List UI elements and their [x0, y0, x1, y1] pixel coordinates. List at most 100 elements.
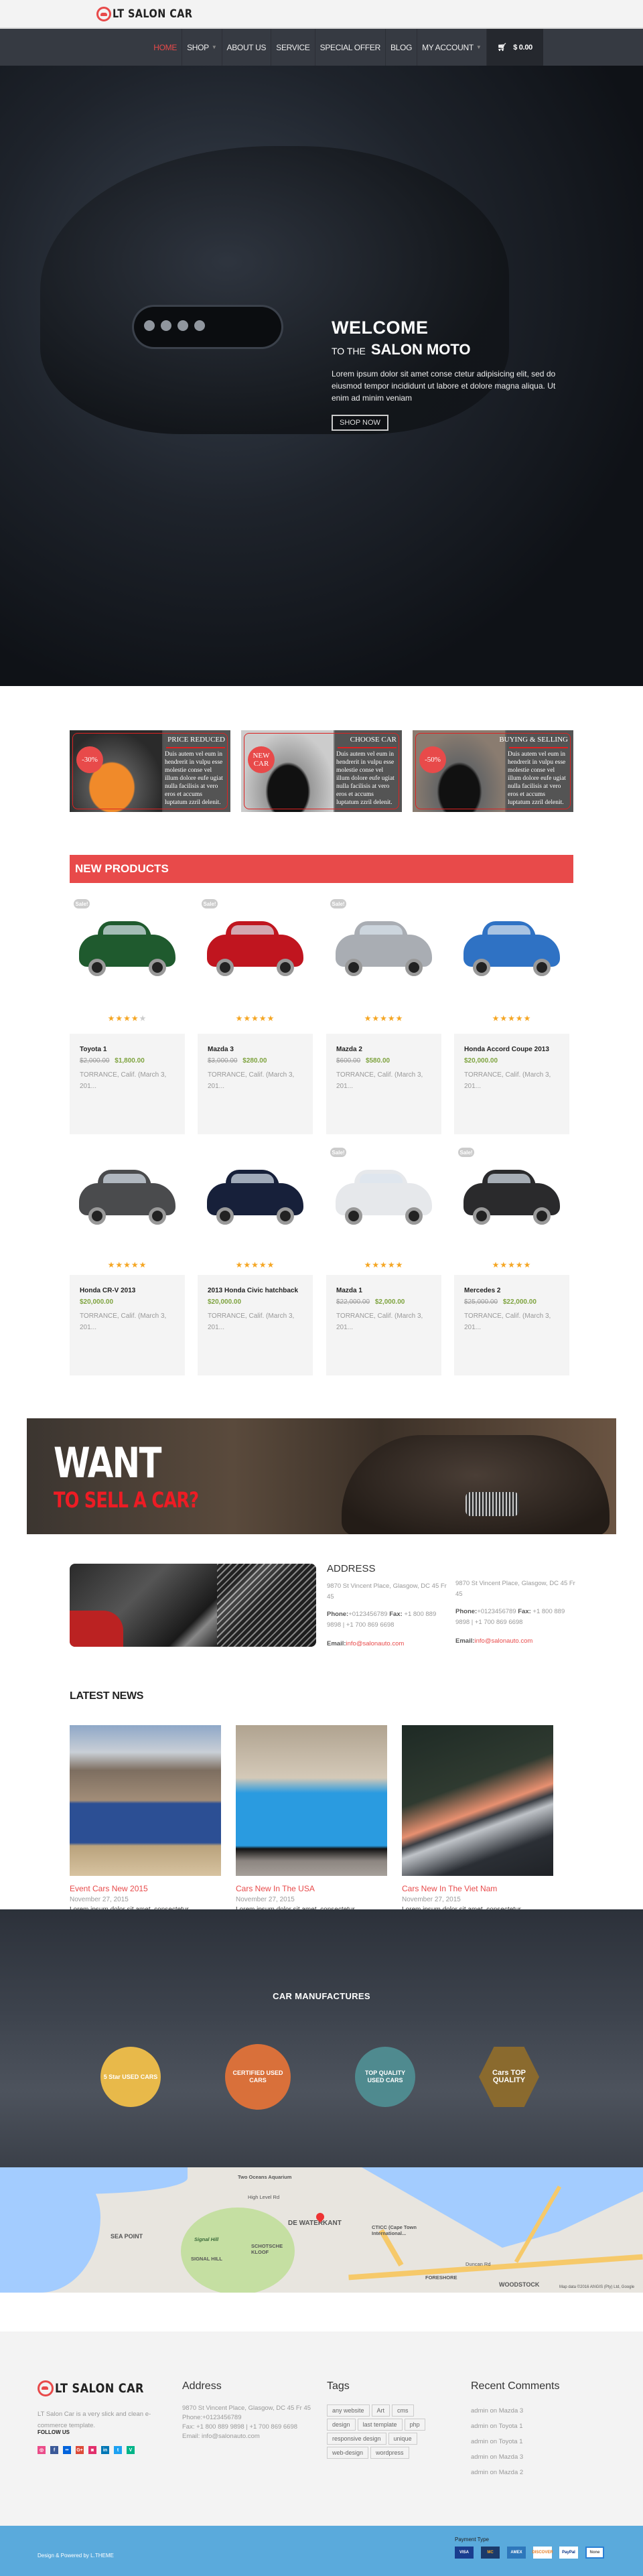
tag-link[interactable]: design — [327, 2419, 356, 2431]
product-image[interactable] — [202, 916, 309, 979]
tag-link[interactable]: any website — [327, 2404, 370, 2417]
product-name[interactable]: Honda CR-V 2013 — [80, 1287, 175, 1294]
linkedin-icon[interactable]: in — [101, 2446, 109, 2454]
news-title-link[interactable]: Cars New In The Viet Nam — [402, 1884, 553, 1893]
payment-title: Payment Type — [455, 2536, 489, 2543]
instagram-icon[interactable]: ◙ — [88, 2446, 96, 2454]
footer-address-title: Address — [182, 2380, 222, 2392]
product-description: TORRANCE, Calif. (March 3, 201... — [208, 1071, 295, 1090]
shop-now-button[interactable]: SHOP NOW — [332, 415, 388, 431]
car-grille — [466, 1492, 519, 1516]
tag-link[interactable]: wordpress — [370, 2447, 409, 2459]
comment-target-link[interactable]: Mazda 3 — [499, 2453, 523, 2461]
news-image[interactable] — [70, 1725, 221, 1876]
news-title-link[interactable]: Cars New In The USA — [236, 1884, 387, 1893]
product-description: TORRANCE, Calif. (March 3, 201... — [464, 1071, 551, 1090]
facebook-icon[interactable]: f — [50, 2446, 58, 2454]
news-title-link[interactable]: Event Cars New 2015 — [70, 1884, 221, 1893]
car-wheel — [473, 959, 490, 976]
comment-author[interactable]: admin — [471, 2407, 488, 2415]
main-nav: HOME SHOP ▼ ABOUT US SERVICE SPECIAL OFFE… — [149, 29, 543, 66]
news-image[interactable] — [236, 1725, 387, 1876]
hero-title: WELCOME — [332, 318, 429, 338]
tag-link[interactable]: cms — [392, 2404, 414, 2417]
flickr-icon[interactable]: •• — [63, 2446, 71, 2454]
tag-cloud: any website Art cms design last template php r… — [327, 2404, 434, 2459]
car-wheel — [345, 1207, 362, 1225]
comment-author[interactable]: admin — [471, 2438, 488, 2445]
product-image[interactable] — [458, 916, 565, 979]
vine-icon[interactable]: V — [127, 2446, 135, 2454]
product-rating: ★★★★★ — [454, 1014, 569, 1023]
product-image[interactable] — [74, 916, 181, 979]
email-link[interactable]: info@salonauto.com — [475, 1637, 533, 1645]
product-name[interactable]: 2013 Honda Civic hatchback — [208, 1287, 303, 1294]
star-icon: ★ — [380, 1014, 388, 1023]
product-name[interactable]: Mazda 1 — [336, 1287, 431, 1294]
promo-banner[interactable]: NEW CAR CHOOSE CAR Duis autem vel eum in… — [241, 730, 402, 812]
five-star-badge-logo[interactable]: 5 Star USED CARS — [100, 2047, 161, 2107]
car-wheel — [533, 1207, 551, 1225]
nav-service[interactable]: SERVICE — [271, 29, 314, 66]
promo-banner[interactable]: -30% PRICE REDUCED Duis autem vel eum in… — [70, 730, 230, 812]
star-icon: ★ — [115, 1014, 124, 1023]
nav-blog[interactable]: BLOG — [384, 29, 417, 66]
star-icon: ★ — [267, 1260, 275, 1270]
product-name[interactable]: Mercedes 2 — [464, 1287, 559, 1294]
map-attribution: Map data ©2016 AfriGIS (Pty) Ltd, Google — [559, 2285, 635, 2289]
address-column: 9870 St Vincent Place, Glasgow, DC 45 Fr… — [455, 1578, 576, 1647]
comment-target-link[interactable]: Toyota 1 — [499, 2438, 523, 2445]
nav-about-us[interactable]: ABOUT US — [221, 29, 271, 66]
footer-tags-title: Tags — [327, 2380, 350, 2392]
map-label: DE WATERKANT — [288, 2220, 342, 2227]
tag-link[interactable]: last template — [357, 2419, 403, 2431]
cart-button[interactable]: 🛒︎ $ 0.00 — [486, 29, 543, 66]
footer-logo[interactable]: LT SALON CAR — [38, 2380, 159, 2396]
nav-my-account[interactable]: MY ACCOUNT ▼ — [417, 29, 486, 66]
google-map[interactable]: Two Oceans Aquarium DE WATERKANT SEA POI… — [0, 2167, 643, 2293]
payment-methods: VISA MC AMEX DISCOVER PayPal None — [455, 2547, 604, 2559]
tag-link[interactable]: web-design — [327, 2447, 369, 2459]
nav-label: BLOG — [390, 42, 413, 52]
product-name[interactable]: Honda Accord Coupe 2013 — [464, 1046, 559, 1053]
product-image[interactable] — [202, 1164, 309, 1228]
google-plus-icon[interactable]: G+ — [76, 2446, 84, 2454]
certified-badge-logo[interactable]: CERTIFIED USED CARS — [228, 2047, 288, 2107]
map-road — [348, 2254, 643, 2281]
product-image[interactable] — [458, 1164, 565, 1228]
tag-link[interactable]: php — [404, 2419, 425, 2431]
comment-target-link[interactable]: Toyota 1 — [499, 2423, 523, 2430]
comment-target-link[interactable]: Mazda 3 — [499, 2407, 523, 2415]
top-quality-badge-logo[interactable]: TOP QUALITY USED CARS — [355, 2047, 415, 2107]
nav-home[interactable]: HOME — [149, 29, 182, 66]
site-logo[interactable]: LT SALON CAR — [96, 5, 206, 23]
star-icon: ★ — [235, 1260, 244, 1270]
tag-link[interactable]: Art — [371, 2404, 390, 2417]
star-icon: ★ — [523, 1014, 532, 1023]
product-image[interactable] — [330, 916, 437, 979]
comment-on: on — [490, 2423, 498, 2430]
promo-banner[interactable]: -50% BUYING & SELLING Duis autem vel eum… — [413, 730, 573, 812]
product-image[interactable] — [74, 1164, 181, 1228]
map-label: Duncan Rd — [466, 2261, 491, 2267]
nav-shop[interactable]: SHOP ▼ — [182, 29, 221, 66]
product-name[interactable]: Mazda 3 — [208, 1046, 303, 1053]
comment-author[interactable]: admin — [471, 2453, 488, 2461]
dribbble-icon[interactable]: ◎ — [38, 2446, 46, 2454]
tag-link[interactable]: responsive design — [327, 2433, 386, 2445]
comment-author[interactable]: admin — [471, 2469, 488, 2476]
twitter-icon[interactable]: t — [114, 2446, 122, 2454]
email-link[interactable]: info@salonauto.com — [346, 1640, 405, 1647]
news-image[interactable] — [402, 1725, 553, 1876]
product-name[interactable]: Toyota 1 — [80, 1046, 175, 1053]
product-description: TORRANCE, Calif. (March 3, 201... — [336, 1312, 423, 1331]
comment-target-link[interactable]: Mazda 2 — [499, 2469, 523, 2476]
current-price: $20,000.00 — [464, 1057, 498, 1065]
car-wheel — [277, 1207, 294, 1225]
product-image[interactable] — [330, 1164, 437, 1228]
nav-special-offer[interactable]: SPECIAL OFFER — [314, 29, 385, 66]
comment-author[interactable]: admin — [471, 2423, 488, 2430]
tag-link[interactable]: unique — [388, 2433, 417, 2445]
sell-car-banner[interactable]: WANT TO SELL A CAR? — [27, 1418, 616, 1534]
product-name[interactable]: Mazda 2 — [336, 1046, 431, 1053]
